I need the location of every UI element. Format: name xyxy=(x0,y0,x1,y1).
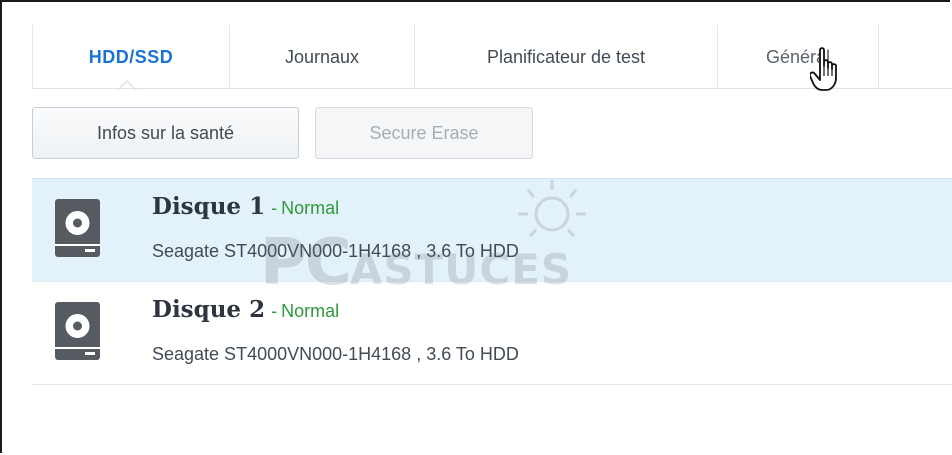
tab-hdd-ssd[interactable]: HDD/SSD xyxy=(32,25,229,91)
hard-drive-icon xyxy=(55,199,100,257)
disk-description: Seagate ST4000VN000-1H4168 , 3.6 To HDD xyxy=(152,241,519,261)
disk-list: Disque 1- Normal Seagate ST4000VN000-1H41… xyxy=(32,178,952,385)
health-info-button[interactable]: Infos sur la santé xyxy=(32,107,299,159)
disk-status: Normal xyxy=(281,198,340,218)
hand-pointer-icon xyxy=(810,47,837,91)
disk-name: Disque 2 xyxy=(152,296,266,323)
disk-title: Disque 2- Normal xyxy=(152,296,339,323)
disk-title: Disque 1- Normal xyxy=(152,193,339,220)
disk-separator: - xyxy=(271,198,278,218)
hard-drive-icon xyxy=(55,302,100,360)
disk-name: Disque 1 xyxy=(152,193,266,220)
tab-planificateur-label: Planificateur de test xyxy=(486,46,646,67)
disk-description: Seagate ST4000VN000-1H4168 , 3.6 To HDD xyxy=(152,344,519,364)
tab-planificateur[interactable]: Planificateur de test xyxy=(414,25,717,89)
disk-separator: - xyxy=(271,301,278,321)
disk-row[interactable]: Disque 1- Normal Seagate ST4000VN000-1H41… xyxy=(32,178,952,282)
tab-journaux[interactable]: Journaux xyxy=(229,25,414,89)
tab-general[interactable]: Général xyxy=(717,25,879,89)
disk-status: Normal xyxy=(281,301,340,321)
disk-row[interactable]: Disque 2- Normal Seagate ST4000VN000-1H41… xyxy=(32,282,952,385)
tab-hdd-ssd-label: HDD/SSD xyxy=(88,46,174,67)
tab-journaux-label: Journaux xyxy=(284,46,360,67)
secure-erase-button[interactable]: Secure Erase xyxy=(315,107,533,159)
